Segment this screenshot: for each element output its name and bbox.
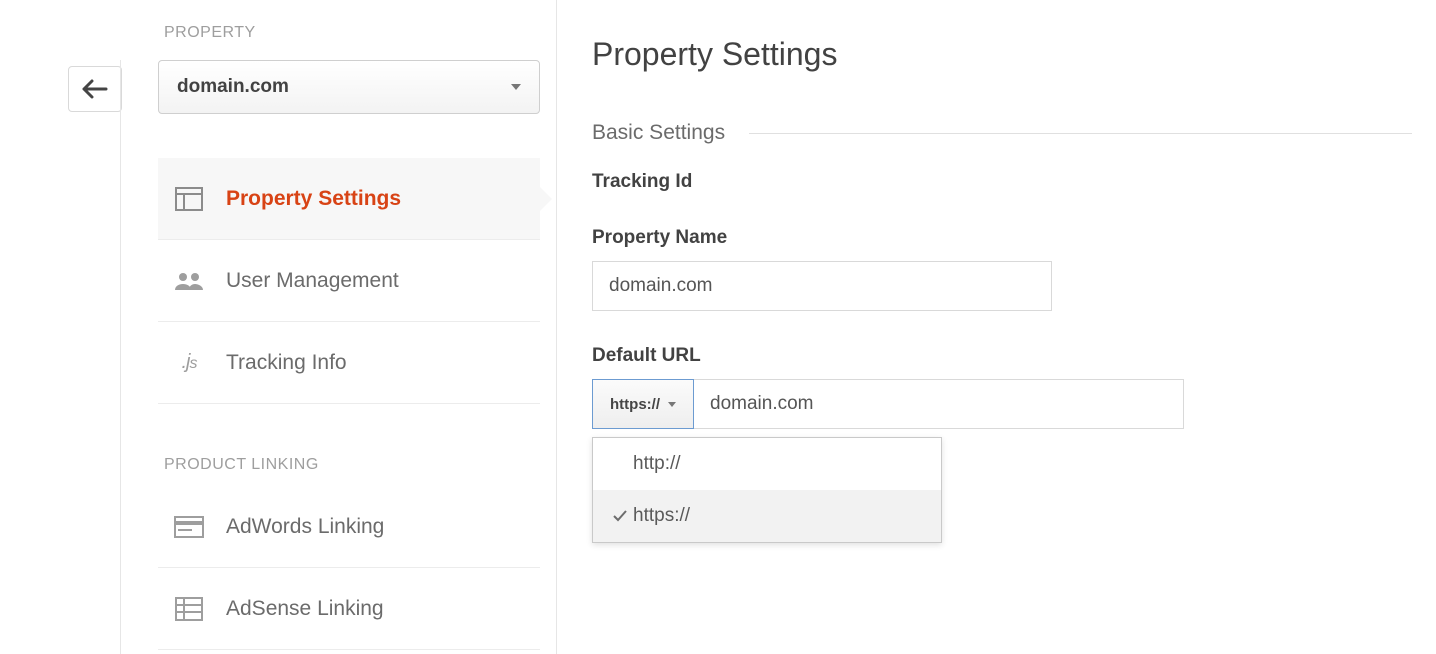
protocol-option-https[interactable]: https:// xyxy=(593,490,941,542)
section-basic-settings-title: Basic Settings xyxy=(592,121,725,145)
sidebar-item-label: AdSense Linking xyxy=(226,597,384,621)
sidebar-item-adsense-linking[interactable]: AdSense Linking xyxy=(158,568,540,650)
default-url-label: Default URL xyxy=(592,345,1412,367)
protocol-dropdown: http:// https:// xyxy=(592,437,942,543)
default-url-input[interactable] xyxy=(694,379,1184,429)
divider xyxy=(556,0,557,654)
chevron-down-icon xyxy=(668,402,676,407)
sidebar-section-product-linking-label: PRODUCT LINKING xyxy=(158,456,540,474)
grid-icon xyxy=(172,595,206,623)
sidebar-item-adwords-linking[interactable]: AdWords Linking xyxy=(158,486,540,568)
sidebar-item-label: AdWords Linking xyxy=(226,515,384,539)
sidebar-item-user-management[interactable]: User Management xyxy=(158,240,540,322)
page-title: Property Settings xyxy=(592,36,1412,73)
property-selector-value: domain.com xyxy=(177,76,289,98)
divider xyxy=(120,60,121,654)
protocol-option-http[interactable]: http:// xyxy=(593,438,941,490)
property-selector[interactable]: domain.com xyxy=(158,60,540,114)
js-icon: .js xyxy=(172,349,206,377)
divider xyxy=(749,133,1412,134)
back-button[interactable] xyxy=(68,66,122,112)
tracking-id-label: Tracking Id xyxy=(592,171,1412,193)
protocol-selected-value: https:// xyxy=(610,396,660,413)
sidebar-item-label: User Management xyxy=(226,269,399,293)
property-name-input[interactable] xyxy=(592,261,1052,311)
sidebar-section-property-label: PROPERTY xyxy=(158,24,540,42)
property-name-label: Property Name xyxy=(592,227,1412,249)
protocol-option-label: https:// xyxy=(633,505,690,527)
protocol-select-button[interactable]: https:// xyxy=(592,379,694,429)
check-icon xyxy=(607,508,633,524)
protocol-option-label: http:// xyxy=(633,453,681,475)
sidebar-item-tracking-info[interactable]: .js Tracking Info xyxy=(158,322,540,404)
card-icon xyxy=(172,513,206,541)
sidebar-item-property-settings[interactable]: Property Settings xyxy=(158,158,540,240)
sidebar-item-label: Tracking Info xyxy=(226,351,347,375)
layout-icon xyxy=(172,185,206,213)
chevron-down-icon xyxy=(511,84,521,90)
sidebar-item-label: Property Settings xyxy=(226,187,401,211)
users-icon xyxy=(172,267,206,295)
arrow-left-icon xyxy=(82,79,108,99)
